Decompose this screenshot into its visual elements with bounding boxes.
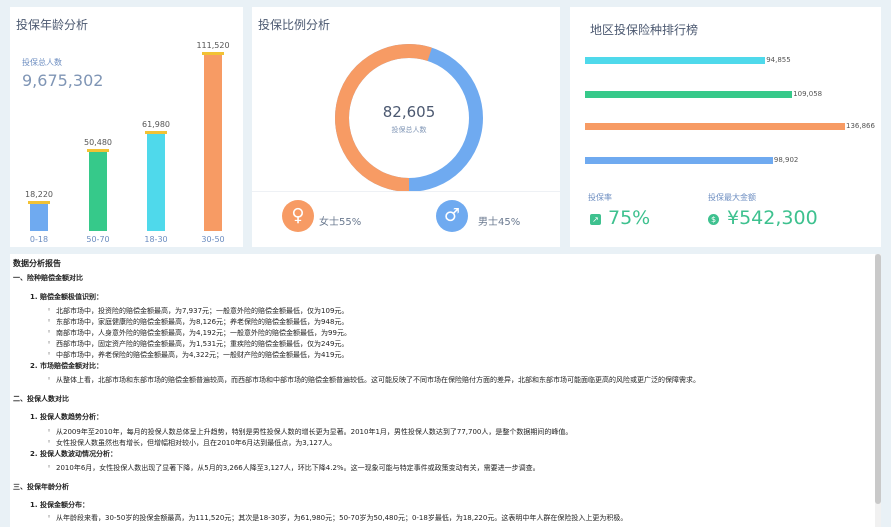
bar-cap (202, 52, 224, 55)
report-scrollbar[interactable] (875, 254, 881, 527)
list-item: 从整体上看，北部市场和东部市场的赔偿金额普遍较高，而西部市场和中部市场的赔偿金额… (47, 375, 700, 385)
rank-bar-value: 94,855 (766, 56, 791, 64)
report-title: 数据分析报告 (13, 259, 61, 268)
bar-fill (30, 201, 48, 231)
rank-bar (585, 57, 766, 64)
bar-cap (87, 149, 109, 153)
rank-bar-value: 136,866 (846, 122, 875, 130)
donut-center-label: 投保总人数 (391, 126, 427, 134)
bar-value-label: 18,220 (25, 189, 53, 199)
bar-fill (204, 53, 222, 231)
list-item: 从年龄段来看，30-50岁的投保金额最高，为111,520元；其次是18-30岁… (47, 513, 627, 523)
rank-bar-value: 98,902 (773, 156, 799, 164)
rate-label: 投保率 (588, 193, 612, 202)
list-item: 西部市场中，固定资产险的赔偿金额最高，为1,531元；重疾险的赔偿金额最低，仅为… (47, 339, 348, 349)
report-scrollbar-thumb[interactable] (875, 254, 881, 504)
age-bar-0-18 (28, 200, 50, 231)
age-bar-18-30 (145, 131, 167, 231)
bar-value-label: 61,980 (142, 120, 170, 130)
bar-fill (89, 150, 107, 231)
report-subsection-1-1: 1. 赔偿金额极值识别： (30, 293, 103, 301)
list-item: 东部市场中，家庭健康险的赔偿金额最高，为8,126元；养老保险的赔偿金额最低，为… (47, 317, 348, 327)
bar-category-label: 50-70 (86, 235, 110, 244)
bar-value-label: 111,520 (196, 41, 230, 50)
age-analysis-card: 投保年龄分析 投保总人数 9,675,302 18,220 0-18 50,480 5… (10, 7, 243, 247)
report-section-2: 二、投保人数对比 (13, 395, 69, 403)
female-icon: ♀ (282, 200, 314, 232)
list-item: 从2009年至2010年，每月的投保人数总体呈上升趋势，特别是男性投保人数的增长… (47, 427, 572, 437)
bar-cap (28, 200, 50, 204)
report-subsection-1-2: 2. 市场赔偿金额对比： (30, 362, 103, 370)
bar-fill (147, 132, 165, 231)
report-section-3: 三、投保年龄分析 (13, 483, 69, 491)
analysis-report[interactable]: 数据分析报告 一、险种赔偿金额对比 1. 赔偿金额极值识别： 北部市场中，投资险… (10, 254, 881, 527)
bar-value-label: 50,480 (84, 138, 112, 148)
region-ranking-card: 地区投保险种排行榜 94,855 109,058 136,866 98,902 投保率… (570, 7, 881, 247)
list-item: 2010年6月，女性投保人数出现了显著下降，从5月的3,266人降至3,127人… (47, 463, 540, 473)
age-total-value: 9,675,302 (22, 71, 104, 90)
bar-category-label: 18-30 (144, 235, 168, 244)
rate-value: 75% (608, 207, 651, 229)
bar-cap (145, 131, 167, 135)
rank-bar (585, 91, 793, 98)
list-item: 北部市场中，投资险的赔偿金额最高，为7,937元；一般意外险的赔偿金额最低，仅为… (47, 306, 348, 316)
money-bag-icon: $ (708, 214, 719, 225)
donut-center-value: 82,605 (382, 103, 436, 121)
rank-card-title: 地区投保险种排行榜 (590, 23, 699, 37)
rank-bar (585, 157, 773, 164)
report-subsection-2-1: 1. 投保人数趋势分析： (30, 413, 103, 421)
list-item: 南部市场中，人身意外险的赔偿金额最高，为4,192元；一般意外险的赔偿金额最低，… (47, 328, 351, 338)
list-item: 中部市场中，养老保险的赔偿金额最高，为4,322元；一般财产险的赔偿金额最低，为… (47, 350, 348, 360)
max-amount-value: ¥542,300 (727, 207, 818, 229)
age-bar-50-70 (87, 149, 109, 231)
report-subsection-2-2: 2. 投保人数波动情况分析： (30, 450, 117, 458)
list-item: 女性投保人数虽然也有增长，但增幅相对较小，且在2010年6月达到最低点，为3,1… (47, 438, 336, 448)
female-ratio-label: 女士55% (319, 217, 362, 228)
ratio-analysis-card: 投保比例分析 82,605 投保总人数 ♀ 女士55% ♂ 男士45% (252, 7, 560, 247)
report-subsection-3-1: 1. 投保金额分布： (30, 501, 89, 509)
ratio-card-title: 投保比例分析 (258, 18, 331, 32)
male-icon: ♂ (436, 200, 468, 232)
age-card-title: 投保年龄分析 (16, 18, 89, 32)
rank-bar (585, 123, 845, 130)
male-ratio-label: 男士45% (478, 217, 521, 228)
rank-bar-value: 109,058 (793, 90, 823, 98)
age-total-label: 投保总人数 (22, 58, 62, 67)
bar-category-label: 0-18 (29, 235, 49, 244)
report-section-1: 一、险种赔偿金额对比 (13, 274, 83, 282)
bar-category-label: 30-50 (201, 235, 225, 244)
ratio-divider (252, 191, 560, 192)
max-amount-label: 投保最大金额 (708, 193, 756, 202)
rate-trend-icon: ↗ (590, 214, 601, 225)
age-bar-30-50 (202, 52, 224, 231)
